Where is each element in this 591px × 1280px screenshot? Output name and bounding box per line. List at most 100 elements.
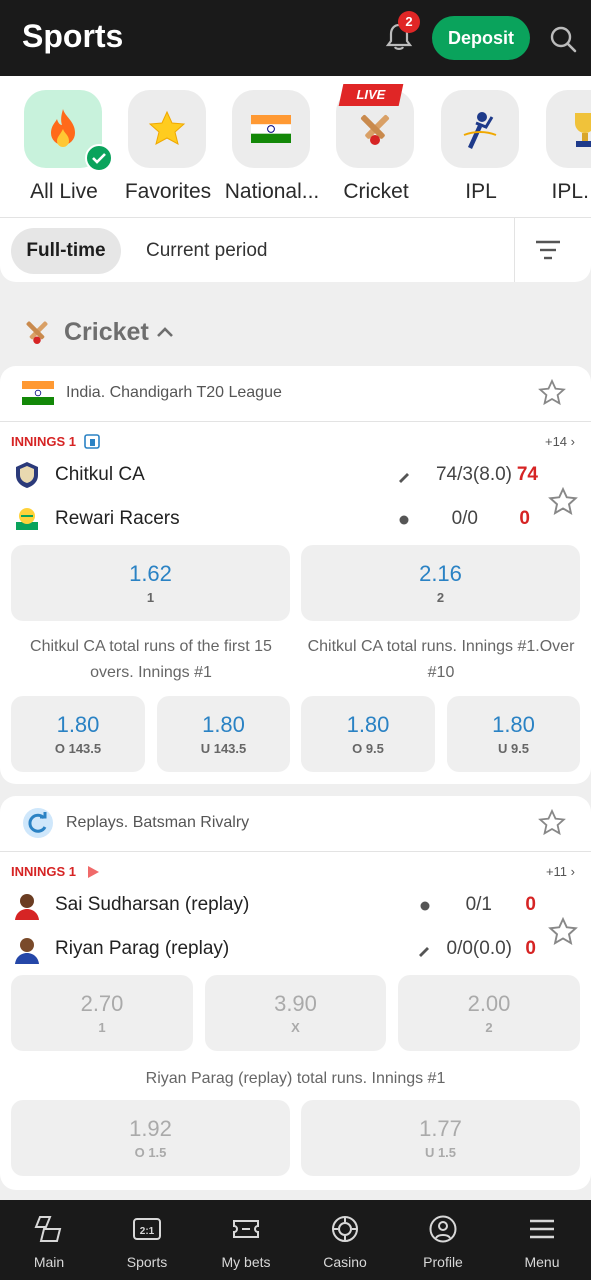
- odds-button[interactable]: 3.90 X: [205, 975, 386, 1051]
- nav-main[interactable]: Main: [0, 1200, 98, 1280]
- favorite-star-icon[interactable]: [548, 487, 578, 517]
- odds-label: U 143.5: [200, 741, 247, 756]
- divider: [514, 218, 515, 282]
- category-all-live[interactable]: All Live: [9, 90, 119, 210]
- ipl-logo-icon: [463, 112, 497, 149]
- ipl-trophy-icon: [575, 113, 591, 147]
- ball-icon: [399, 515, 409, 525]
- team-name: Riyan Parag (replay): [55, 938, 230, 959]
- odds-value: 3.90: [274, 991, 317, 1016]
- favorite-star-icon[interactable]: [538, 379, 566, 407]
- odds-value: 1.80: [492, 712, 535, 737]
- india-flag-icon: [22, 381, 54, 405]
- odds-button[interactable]: 1.80 O 9.5: [301, 696, 435, 772]
- category-label: IPL: [465, 180, 497, 203]
- nav-casino[interactable]: Casino: [296, 1200, 394, 1280]
- deposit-button[interactable]: Deposit: [432, 16, 530, 60]
- team-score-detail: 0/0: [451, 508, 478, 529]
- odds-button[interactable]: 1.62 1: [11, 545, 290, 621]
- team-score: 74: [516, 464, 538, 485]
- event-card: Replays. Batsman Rivalry INNINGS 1 +11 ›…: [0, 796, 591, 1190]
- page-title: Sports: [22, 18, 124, 54]
- search-icon[interactable]: [548, 24, 578, 54]
- ticket-icon: [233, 1220, 259, 1238]
- cricket-icon: [360, 114, 390, 145]
- odds-button[interactable]: 1.92 O 1.5: [11, 1100, 290, 1176]
- league-header[interactable]: India. Chandigarh T20 League: [0, 366, 591, 422]
- fire-icon: [51, 109, 75, 147]
- team-row: Chitkul CA 74/3(8.0) 74: [12, 458, 542, 494]
- league-header[interactable]: Replays. Batsman Rivalry: [0, 796, 591, 852]
- category-cricket[interactable]: LIVE Cricket: [321, 84, 431, 210]
- match-status: INNINGS 1: [11, 864, 77, 879]
- market-title: Riyan Parag (replay) total runs. Innings…: [145, 1070, 446, 1087]
- star-icon: [148, 110, 186, 145]
- nav-profile[interactable]: Profile: [394, 1200, 492, 1280]
- more-markets-count: +11: [545, 864, 568, 879]
- player-avatar-icon: [15, 894, 39, 920]
- match-status: INNINGS 1: [11, 434, 77, 449]
- league-name: Replays. Batsman Rivalry: [66, 814, 250, 831]
- odds-button[interactable]: 1.80 O 143.5: [11, 696, 145, 772]
- odds-label: 1: [146, 590, 155, 605]
- favorite-star-icon[interactable]: [538, 809, 566, 837]
- event-card: India. Chandigarh T20 League INNINGS 1 +…: [0, 366, 591, 784]
- odds-value: 2.70: [80, 991, 124, 1016]
- team-row: Rewari Racers 0/0 0: [12, 502, 542, 538]
- odds-label: U 1.5: [424, 1145, 457, 1160]
- filter-icon[interactable]: [534, 236, 562, 264]
- team-score-detail: 0/0(0.0): [446, 938, 512, 959]
- player-avatar-icon: [15, 938, 39, 964]
- cricket-icon: [26, 321, 48, 344]
- odds-label: O 9.5: [352, 741, 384, 756]
- nav-my-bets[interactable]: My bets: [197, 1200, 295, 1280]
- category-strip: All Live Favorites National... LIVE Cric…: [0, 76, 591, 218]
- main-icon: [34, 1216, 62, 1242]
- tab-current-period[interactable]: Current period: [146, 228, 267, 274]
- nav-menu[interactable]: Menu: [493, 1200, 591, 1280]
- odds-label: 2: [436, 590, 445, 605]
- india-flag-icon: [251, 115, 291, 143]
- more-markets-link[interactable]: +14 ›: [545, 434, 575, 449]
- category-ipl-special[interactable]: IPL. Sp: [531, 90, 591, 210]
- odds-button[interactable]: 2.00 2: [398, 975, 580, 1051]
- odds-value: 1.77: [419, 1116, 462, 1141]
- odds-value: 1.80: [346, 712, 390, 737]
- odds-button[interactable]: 2.70 1: [11, 975, 193, 1051]
- favorite-star-icon[interactable]: [548, 917, 578, 947]
- bat-icon: [399, 473, 409, 483]
- nav-sports[interactable]: 2:1 Sports: [98, 1200, 196, 1280]
- selected-check-icon: [85, 144, 113, 172]
- market-title: Chitkul CA total runs. Innings #1.Over #…: [307, 638, 575, 681]
- more-markets-link[interactable]: +11 ›: [546, 864, 575, 879]
- notification-badge: 2: [398, 11, 420, 33]
- category-label: All Live: [30, 180, 98, 203]
- chip-icon: [332, 1216, 358, 1242]
- nav-label: My bets: [221, 1254, 271, 1270]
- team-logo-icon: [16, 508, 38, 530]
- odds-button[interactable]: 1.80 U 9.5: [447, 696, 580, 772]
- category-favorites[interactable]: Favorites: [113, 90, 223, 210]
- odds-button[interactable]: 2.16 2: [301, 545, 580, 621]
- section-cricket-header[interactable]: Cricket: [22, 312, 175, 352]
- odds-value: 1.80: [202, 712, 245, 737]
- menu-icon: [530, 1219, 554, 1239]
- team-name: Sai Sudharsan (replay): [55, 894, 250, 915]
- odds-value: 1.92: [129, 1116, 172, 1141]
- more-markets-count: +14: [544, 434, 568, 449]
- team-score: 0: [525, 938, 536, 959]
- nav-label: Sports: [126, 1254, 168, 1270]
- odds-label: X: [291, 1020, 300, 1035]
- odds-button[interactable]: 1.80 U 143.5: [157, 696, 290, 772]
- tab-full-time[interactable]: Full-time: [11, 228, 121, 274]
- section-title: Cricket: [64, 317, 149, 346]
- odds-button[interactable]: 1.77 U 1.5: [301, 1100, 580, 1176]
- team-score: 0: [525, 894, 536, 915]
- play-icon[interactable]: [86, 865, 100, 879]
- replay-icon: [23, 808, 53, 838]
- odds-value: 1.80: [56, 712, 100, 737]
- category-ipl[interactable]: IPL: [426, 90, 536, 210]
- category-national[interactable]: National...: [217, 90, 327, 210]
- team-name: Rewari Racers: [55, 508, 180, 529]
- stats-icon[interactable]: [84, 433, 100, 449]
